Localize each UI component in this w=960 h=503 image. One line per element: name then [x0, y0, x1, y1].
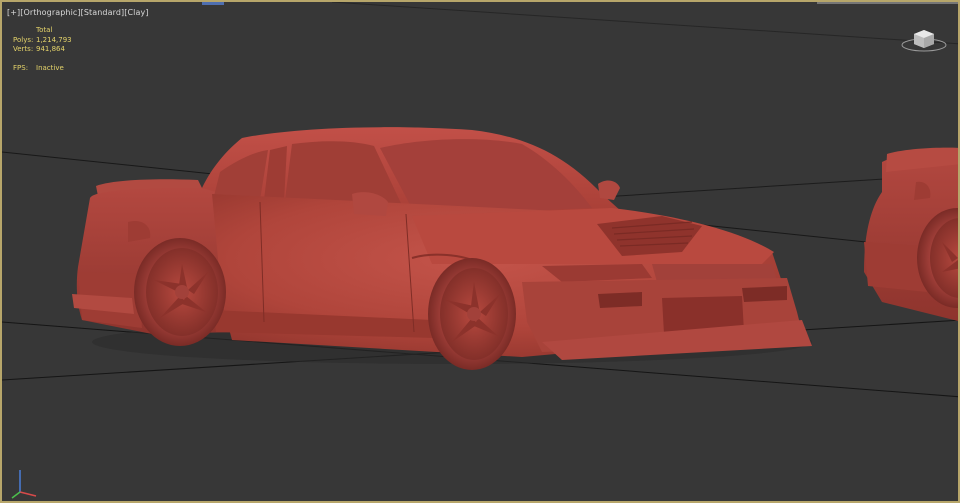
rear-wheel	[134, 238, 226, 346]
stats-verts-row: Verts: 941,864	[13, 45, 72, 55]
car-model-main	[72, 127, 812, 370]
viewport-view-menu[interactable]: [Orthographic]	[20, 8, 80, 17]
verts-value: 941,864	[36, 45, 65, 53]
viewport-statistics: Total Polys: 1,214,793 Verts: 941,864 FP…	[13, 26, 72, 73]
clay-car-scene	[2, 2, 958, 398]
axis-tripod-icon	[11, 470, 37, 499]
top-toolbar-highlight	[202, 2, 224, 5]
viewcube-icon[interactable]	[900, 20, 948, 54]
viewport-shading-menu[interactable]: [Standard]	[81, 8, 125, 17]
fps-value: Inactive	[36, 63, 64, 72]
front-wheel	[428, 258, 516, 370]
car-model-partial	[864, 147, 958, 321]
viewport-general-menu[interactable]: [+]	[7, 8, 20, 17]
stats-polys-row: Polys: 1,214,793	[13, 36, 72, 46]
stats-header: Total	[36, 26, 53, 34]
verts-label: Verts:	[13, 45, 34, 53]
orthographic-viewport[interactable]: [+][Orthographic][Standard][Clay] Total …	[0, 0, 960, 503]
viewport-label-menu: [+][Orthographic][Standard][Clay]	[7, 8, 149, 17]
polys-value: 1,214,793	[36, 35, 72, 44]
viewport-style-menu[interactable]: [Clay]	[124, 8, 148, 17]
stats-fps-row: FPS: Inactive	[13, 64, 72, 74]
top-toolbar-edge	[817, 2, 958, 4]
polys-label: Polys:	[13, 35, 34, 44]
fps-label: FPS:	[13, 63, 29, 72]
